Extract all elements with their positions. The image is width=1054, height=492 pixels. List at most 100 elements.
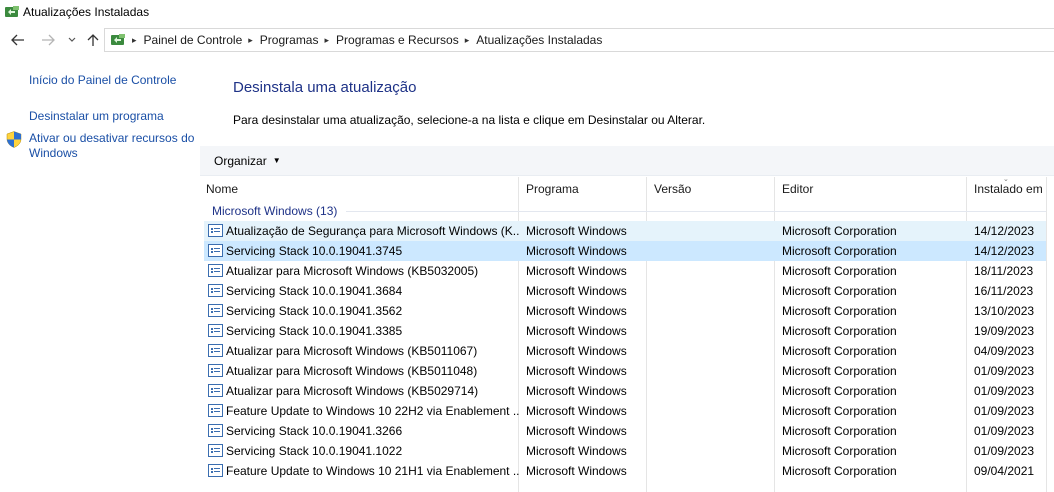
update-name: Atualizar para Microsoft Windows (KB5032… bbox=[226, 264, 479, 278]
update-version bbox=[654, 281, 774, 301]
chevron-down-icon[interactable] bbox=[62, 30, 82, 50]
update-version bbox=[654, 221, 774, 241]
breadcrumb-item[interactable]: Painel de Controle bbox=[144, 33, 243, 47]
update-version bbox=[654, 461, 774, 481]
update-version bbox=[654, 261, 774, 281]
table-row[interactable]: Servicing Stack 10.0.19041.3745 Microsof… bbox=[204, 241, 1046, 261]
update-program: Microsoft Windows bbox=[526, 284, 627, 298]
table-row[interactable]: Servicing Stack 10.0.19041.3266 Microsof… bbox=[204, 421, 1046, 441]
column-headers: Nome Programa Versão Editor Instalado em… bbox=[200, 176, 1054, 492]
table-row[interactable]: Atualizar para Microsoft Windows (KB5032… bbox=[204, 261, 1046, 281]
column-header-name[interactable]: Nome bbox=[206, 177, 516, 201]
update-name: Servicing Stack 10.0.19041.3745 bbox=[226, 244, 403, 258]
group-header[interactable]: Microsoft Windows (13) bbox=[212, 204, 337, 218]
breadcrumb-separator-icon[interactable]: ▸ bbox=[248, 35, 253, 46]
update-publisher: Microsoft Corporation bbox=[782, 464, 897, 478]
breadcrumb-separator-icon[interactable]: ▸ bbox=[324, 35, 329, 46]
update-program: Microsoft Windows bbox=[526, 304, 627, 318]
column-divider[interactable] bbox=[1046, 177, 1047, 492]
update-installed-date: 18/11/2023 bbox=[974, 264, 1034, 278]
table-row[interactable]: Atualizar para Microsoft Windows (KB5011… bbox=[204, 361, 1046, 381]
update-icon bbox=[208, 324, 223, 337]
update-icon bbox=[208, 284, 223, 297]
updates-list: Atualização de Segurança para Microsoft … bbox=[204, 221, 1046, 481]
column-header-label: Versão bbox=[654, 182, 692, 196]
update-name: Atualização de Segurança para Microsoft … bbox=[226, 224, 520, 238]
update-publisher: Microsoft Corporation bbox=[782, 364, 897, 378]
update-icon bbox=[208, 264, 223, 277]
table-row[interactable]: Servicing Stack 10.0.19041.3385 Microsof… bbox=[204, 321, 1046, 341]
update-name: Servicing Stack 10.0.19041.3266 bbox=[226, 424, 403, 438]
navigation-bar: ▸ Painel de Controle ▸ Programas ▸ Progr… bbox=[0, 28, 1054, 52]
organize-label: Organizar bbox=[214, 153, 267, 168]
table-row[interactable]: Atualizar para Microsoft Windows (KB5029… bbox=[204, 381, 1046, 401]
update-publisher: Microsoft Corporation bbox=[782, 424, 897, 438]
table-row[interactable]: Servicing Stack 10.0.19041.3684 Microsof… bbox=[204, 281, 1046, 301]
update-icon bbox=[208, 384, 223, 397]
update-program: Microsoft Windows bbox=[526, 424, 627, 438]
update-icon bbox=[208, 444, 223, 457]
table-row[interactable]: Servicing Stack 10.0.19041.3562 Microsof… bbox=[204, 301, 1046, 321]
breadcrumb-separator-icon[interactable]: ▸ bbox=[132, 35, 137, 46]
column-header-version[interactable]: Versão bbox=[654, 177, 772, 201]
uninstall-program-link[interactable]: Desinstalar um programa bbox=[29, 109, 164, 124]
update-version bbox=[654, 361, 774, 381]
update-version bbox=[654, 421, 774, 441]
table-row[interactable]: Feature Update to Windows 10 21H1 via En… bbox=[204, 461, 1046, 481]
update-program: Microsoft Windows bbox=[526, 324, 627, 338]
update-publisher: Microsoft Corporation bbox=[782, 304, 897, 318]
update-name: Atualizar para Microsoft Windows (KB5029… bbox=[226, 384, 479, 398]
breadcrumb-item[interactable]: Programas bbox=[260, 33, 319, 47]
update-version bbox=[654, 301, 774, 321]
update-publisher: Microsoft Corporation bbox=[782, 384, 897, 398]
breadcrumb-separator-icon[interactable]: ▸ bbox=[465, 35, 470, 46]
update-icon bbox=[208, 244, 223, 257]
update-name: Atualizar para Microsoft Windows (KB5011… bbox=[226, 364, 478, 378]
update-publisher: Microsoft Corporation bbox=[782, 224, 897, 238]
column-header-label: Instalado em bbox=[974, 182, 1043, 196]
update-program: Microsoft Windows bbox=[526, 444, 627, 458]
control-panel-icon bbox=[5, 6, 19, 17]
update-installed-date: 04/09/2023 bbox=[974, 344, 1035, 358]
column-header-program[interactable]: Programa bbox=[526, 177, 644, 201]
update-installed-date: 01/09/2023 bbox=[974, 404, 1035, 418]
table-row[interactable]: Feature Update to Windows 10 22H2 via En… bbox=[204, 401, 1046, 421]
instruction-text: Para desinstalar uma atualização, seleci… bbox=[233, 113, 706, 127]
update-program: Microsoft Windows bbox=[526, 464, 627, 478]
update-publisher: Microsoft Corporation bbox=[782, 284, 897, 298]
update-icon bbox=[208, 404, 223, 417]
update-name: Feature Update to Windows 10 21H1 via En… bbox=[226, 464, 520, 478]
control-panel-home-link[interactable]: Início do Painel de Controle bbox=[29, 73, 176, 88]
update-icon bbox=[208, 424, 223, 437]
update-name: Servicing Stack 10.0.19041.3385 bbox=[226, 324, 403, 338]
organize-button[interactable]: Organizar ▼ bbox=[214, 154, 281, 168]
update-version bbox=[654, 381, 774, 401]
update-name: Servicing Stack 10.0.19041.3684 bbox=[226, 284, 403, 298]
update-installed-date: 01/09/2023 bbox=[974, 424, 1035, 438]
table-row[interactable]: Servicing Stack 10.0.19041.1022 Microsof… bbox=[204, 441, 1046, 461]
column-header-publisher[interactable]: Editor bbox=[782, 177, 966, 201]
update-icon bbox=[208, 344, 223, 357]
update-publisher: Microsoft Corporation bbox=[782, 244, 897, 258]
table-row[interactable]: Atualizar para Microsoft Windows (KB5011… bbox=[204, 341, 1046, 361]
update-version bbox=[654, 241, 774, 261]
column-header-label: Nome bbox=[206, 182, 239, 196]
breadcrumb-item[interactable]: Atualizações Instaladas bbox=[476, 33, 602, 47]
up-arrow-icon[interactable] bbox=[83, 30, 103, 50]
forward-arrow-icon[interactable] bbox=[38, 30, 58, 50]
update-installed-date: 14/12/2023 bbox=[974, 244, 1035, 258]
back-arrow-icon[interactable] bbox=[8, 30, 28, 50]
breadcrumb-item[interactable]: Programas e Recursos bbox=[336, 33, 459, 47]
windows-features-link[interactable]: Ativar ou desativar recursos do Windows bbox=[29, 131, 199, 161]
table-row[interactable]: Atualização de Segurança para Microsoft … bbox=[204, 221, 1046, 241]
address-bar[interactable]: ▸ Painel de Controle ▸ Programas ▸ Progr… bbox=[104, 28, 1054, 52]
update-program: Microsoft Windows bbox=[526, 224, 627, 238]
update-publisher: Microsoft Corporation bbox=[782, 264, 897, 278]
update-program: Microsoft Windows bbox=[526, 264, 627, 278]
update-installed-date: 01/09/2023 bbox=[974, 444, 1035, 458]
update-icon bbox=[208, 304, 223, 317]
update-installed-date: 01/09/2023 bbox=[974, 384, 1035, 398]
column-header-installed-on[interactable]: Instalado em bbox=[974, 177, 1050, 201]
command-toolbar: Organizar ▼ bbox=[200, 146, 1054, 176]
update-program: Microsoft Windows bbox=[526, 344, 627, 358]
